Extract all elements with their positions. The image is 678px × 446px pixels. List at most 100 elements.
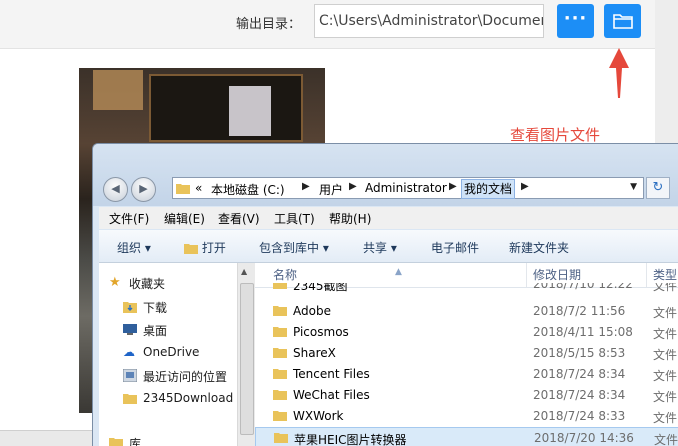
scrollbar-thumb[interactable] [240, 283, 254, 435]
open-label: 打开 [201, 241, 226, 255]
file-date: 2018/7/20 14:36 [534, 431, 634, 445]
folder-icon [184, 244, 198, 254]
file-date: 2018/7/10 12:22 [533, 283, 633, 291]
table-row[interactable]: Tencent Files 2018/7/24 8:34 文件 [255, 364, 678, 385]
column-type-label: 类型 [653, 268, 678, 282]
folder-icon [273, 325, 287, 340]
file-type: 文件 [653, 327, 678, 341]
address-bar[interactable]: « 本地磁盘 (C:) ▶ 用户 ▶ Administrator ▶ 我的文档 … [172, 177, 644, 199]
file-date: 2018/7/24 8:33 [533, 409, 626, 423]
breadcrumb-separator: ▶ [349, 181, 357, 192]
nav-scrollbar[interactable]: ▲ [237, 263, 255, 446]
email-button[interactable]: 电子邮件 [431, 239, 479, 256]
navigation-pane: ★ 收藏夹 下载 桌面 ☁ OneDrive 最近访问的位置 2345Downl… [99, 263, 238, 446]
file-date: 2018/5/15 8:53 [533, 346, 626, 360]
breadcrumb-admin[interactable]: Administrator [365, 181, 447, 195]
column-name-label: 名称 [273, 268, 298, 282]
file-name: Picosmos [293, 325, 349, 339]
table-row[interactable]: WeChat Files 2018/7/24 8:34 文件 [255, 385, 678, 406]
menu-file[interactable]: 文件(F) [109, 210, 149, 227]
nav-item-recent[interactable]: 最近访问的位置 [123, 368, 228, 385]
folder-icon [273, 283, 287, 292]
output-dir-label: 输出目录： [236, 17, 302, 32]
file-date: 2018/7/24 8:34 [533, 367, 626, 381]
command-bar: 组织 ▾ 打开 包含到库中 ▾ 共享 ▾ 电子邮件 新建文件夹 [99, 230, 678, 263]
menu-help[interactable]: 帮助(H) [329, 210, 371, 227]
menu-view[interactable]: 查看(V) [218, 210, 260, 227]
annotation-text: 查看图片文件 [510, 126, 601, 144]
folder-icon [273, 367, 287, 382]
output-dir-input[interactable]: C:\Users\Administrator\Documents [314, 4, 544, 38]
menu-edit[interactable]: 编辑(E) [164, 210, 205, 227]
nav-library[interactable]: 库 [109, 435, 141, 446]
open-button[interactable]: 打开 [184, 239, 226, 256]
download-folder-icon [123, 302, 137, 313]
table-row[interactable]: ShareX 2018/5/15 8:53 文件 [255, 343, 678, 364]
file-type: 文件 [653, 283, 678, 293]
nav-favorites-label: 收藏夹 [129, 277, 166, 291]
back-button[interactable]: ◀ [103, 177, 128, 202]
nav-item-2345download[interactable]: 2345Download [123, 391, 234, 405]
table-row[interactable]: Picosmos 2018/4/11 15:08 文件 [255, 322, 678, 343]
folder-icon [273, 409, 287, 424]
page-horizontal-scrollbar[interactable] [0, 430, 92, 446]
address-dropdown-icon[interactable]: ▼ [630, 182, 637, 192]
menu-bar: 文件(F) 编辑(E) 查看(V) 工具(T) 帮助(H) [99, 207, 678, 229]
nav-item-label: 2345Download [143, 391, 234, 405]
nav-item-label: OneDrive [143, 345, 200, 359]
scroll-up-icon[interactable]: ▲ [241, 267, 247, 276]
file-type: 文件 [653, 390, 678, 404]
open-folder-button[interactable] [604, 4, 641, 38]
nav-item-label: 桌面 [143, 324, 168, 338]
breadcrumb-separator: ▶ [449, 181, 457, 192]
breadcrumb-back[interactable]: « [195, 181, 202, 195]
red-arrow-icon [609, 48, 629, 98]
table-row[interactable]: WXWork 2018/7/24 8:33 文件 [255, 406, 678, 427]
refresh-button[interactable]: ↻ [646, 177, 670, 199]
file-type: 文件 [653, 348, 678, 362]
file-name: 2345截图 [293, 283, 348, 293]
nav-item-desktop[interactable]: 桌面 [123, 322, 168, 339]
column-date-label: 修改日期 [533, 268, 582, 282]
file-date: 2018/7/24 8:34 [533, 388, 626, 402]
table-row[interactable]: 2345截图 2018/7/10 12:22 文件 [255, 283, 678, 297]
table-row-selected[interactable]: 苹果HEIC图片转换器 2018/7/20 14:36 文件 [255, 427, 678, 446]
forward-button[interactable]: ▶ [131, 177, 156, 202]
file-type: 文件 [653, 369, 678, 383]
table-row[interactable]: Adobe 2018/7/2 11:56 文件 [255, 301, 678, 322]
breadcrumb-drive[interactable]: 本地磁盘 (C:) [211, 181, 285, 198]
file-explorer-window: ◀ ▶ « 本地磁盘 (C:) ▶ 用户 ▶ Administrator ▶ 我… [92, 143, 678, 446]
output-bar: 输出目录： C:\Users\Administrator\Documents ·… [0, 0, 678, 49]
breadcrumb-separator: ▶ [521, 181, 529, 192]
browse-more-button[interactable]: ··· [557, 4, 594, 38]
nav-item-downloads[interactable]: 下载 [123, 299, 168, 316]
explorer-titlebar: ◀ ▶ « 本地磁盘 (C:) ▶ 用户 ▶ Administrator ▶ 我… [93, 144, 678, 206]
nav-item-label: 下载 [143, 301, 168, 315]
photo-sign [229, 86, 271, 136]
nav-item-onedrive[interactable]: ☁ OneDrive [123, 345, 200, 359]
menu-tools[interactable]: 工具(T) [274, 210, 315, 227]
file-name: 苹果HEIC图片转换器 [294, 433, 407, 446]
share-button[interactable]: 共享 ▾ [363, 239, 397, 256]
photo-storefront [149, 74, 303, 142]
folder-icon [273, 304, 287, 319]
file-name: WXWork [293, 409, 344, 423]
folder-icon [613, 14, 633, 29]
file-name: ShareX [293, 346, 336, 360]
nav-item-label: 最近访问的位置 [143, 370, 228, 384]
breadcrumb-separator: ▶ [302, 181, 310, 192]
star-icon: ★ [109, 275, 121, 290]
recent-places-icon [123, 369, 137, 382]
file-date: 2018/4/11 15:08 [533, 325, 633, 339]
include-in-library-button[interactable]: 包含到库中 ▾ [259, 239, 329, 256]
file-name: Adobe [293, 304, 331, 318]
file-type: 文件 [653, 306, 678, 320]
breadcrumb-users[interactable]: 用户 [319, 181, 343, 198]
file-list: 名称 ▲ 修改日期 类型 2345截图 2018/7/10 12:22 文件 A… [255, 263, 678, 446]
new-folder-button[interactable]: 新建文件夹 [509, 239, 569, 256]
organize-button[interactable]: 组织 ▾ [117, 239, 151, 256]
nav-favorites[interactable]: ★ 收藏夹 [109, 275, 166, 292]
folder-icon [176, 184, 190, 194]
breadcrumb-documents[interactable]: 我的文档 [461, 179, 516, 199]
file-type: 文件 [653, 411, 678, 425]
